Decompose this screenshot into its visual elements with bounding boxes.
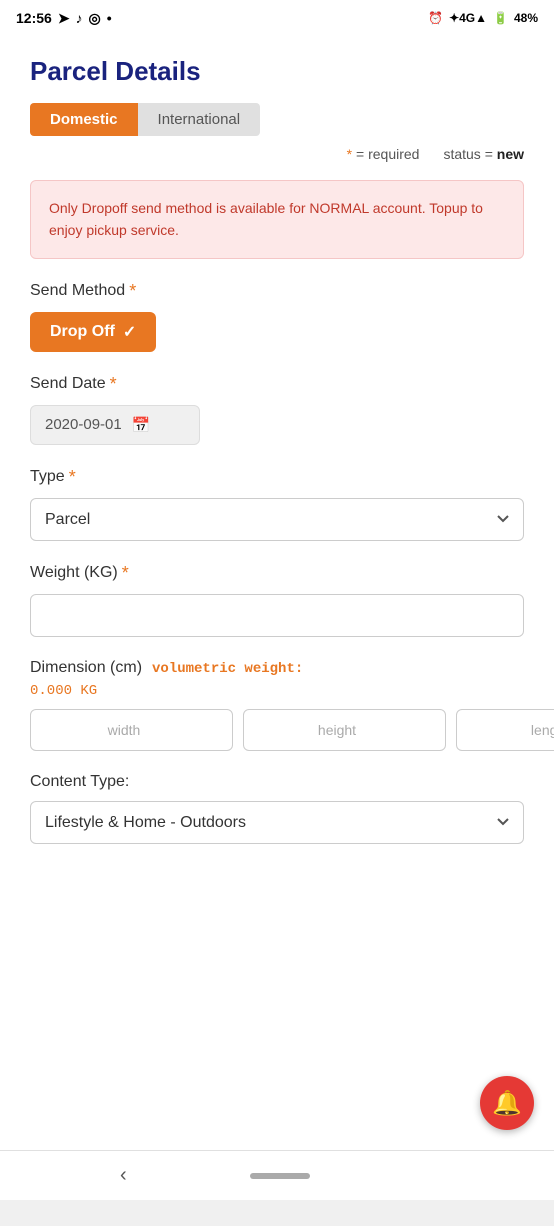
back-button[interactable]: ‹ [120, 1164, 127, 1187]
time-display: 12:56 [16, 10, 52, 26]
volumetric-value: 0.000 KG [30, 683, 524, 699]
bell-icon: 🔔 [492, 1089, 522, 1118]
weight-label: Weight (KG) * [30, 563, 524, 584]
alert-box: Only Dropoff send method is available fo… [30, 180, 524, 259]
dimension-label: Dimension (cm) [30, 659, 142, 677]
send-date-label: Send Date * [30, 374, 524, 395]
content-type-select[interactable]: Lifestyle & Home - Outdoors Electronics … [30, 801, 524, 844]
type-label: Type * [30, 467, 524, 488]
content-area: Parcel Details Domestic International * … [0, 36, 554, 1176]
type-section: Type * Parcel Document Pallet [30, 467, 524, 541]
content-type-label: Content Type: [30, 773, 524, 791]
date-picker[interactable]: 2020-09-01 📅 [30, 405, 200, 445]
bottom-nav: ‹ [0, 1150, 554, 1200]
dimension-section: Dimension (cm) volumetric weight: 0.000 … [30, 659, 524, 751]
battery-icon: 🔋 [493, 11, 508, 25]
page-title: Parcel Details [30, 56, 524, 87]
dropoff-label: Drop Off [50, 323, 115, 341]
weight-input[interactable] [30, 594, 524, 637]
checkmark-icon: ✓ [123, 322, 136, 342]
send-method-section: Send Method * Drop Off ✓ [30, 281, 524, 352]
date-value: 2020-09-01 [45, 416, 122, 433]
required-label: * = required [347, 146, 420, 162]
notification-fab[interactable]: 🔔 [480, 1076, 534, 1130]
dimension-inputs [30, 709, 524, 751]
type-required: * [69, 467, 76, 488]
status-bar-left: 12:56 ➤ ♪ ◎ • [16, 10, 112, 27]
alarm-icon: ⏰ [428, 11, 443, 25]
home-indicator [250, 1173, 310, 1179]
calendar-icon: 📅 [132, 416, 151, 434]
battery-percent: 48% [514, 11, 538, 25]
status-value: new [497, 146, 524, 162]
status-bar: 12:56 ➤ ♪ ◎ • ⏰ ✦4G▲ 🔋 48% [0, 0, 554, 36]
meta-row: * = required status = new [30, 146, 524, 162]
type-select[interactable]: Parcel Document Pallet [30, 498, 524, 541]
weight-section: Weight (KG) * [30, 563, 524, 637]
navigation-icon: ➤ [58, 10, 70, 27]
dimension-label-row: Dimension (cm) volumetric weight: [30, 659, 524, 677]
tab-international[interactable]: International [138, 103, 261, 136]
tab-domestic[interactable]: Domestic [30, 103, 138, 136]
send-method-label: Send Method * [30, 281, 524, 302]
signal-icon: ✦4G▲ [449, 11, 487, 25]
content-type-section: Content Type: Lifestyle & Home - Outdoor… [30, 773, 524, 844]
length-input[interactable] [456, 709, 554, 751]
status-bar-right: ⏰ ✦4G▲ 🔋 48% [428, 11, 538, 25]
send-method-required: * [129, 281, 136, 302]
width-input[interactable] [30, 709, 233, 751]
tab-row: Domestic International [30, 103, 524, 136]
required-star: * [347, 146, 352, 162]
alert-message: Only Dropoff send method is available fo… [49, 200, 483, 238]
height-input[interactable] [243, 709, 446, 751]
tiktok-icon: ♪ [76, 10, 83, 26]
send-date-section: Send Date * 2020-09-01 📅 [30, 374, 524, 445]
weight-required: * [122, 563, 129, 584]
dot-icon: • [107, 10, 112, 26]
instagram-icon: ◎ [89, 10, 101, 27]
volumetric-label[interactable]: volumetric weight: [152, 661, 303, 677]
dropoff-button[interactable]: Drop Off ✓ [30, 312, 156, 352]
status-label: status = new [443, 146, 524, 162]
send-date-required: * [110, 374, 117, 395]
